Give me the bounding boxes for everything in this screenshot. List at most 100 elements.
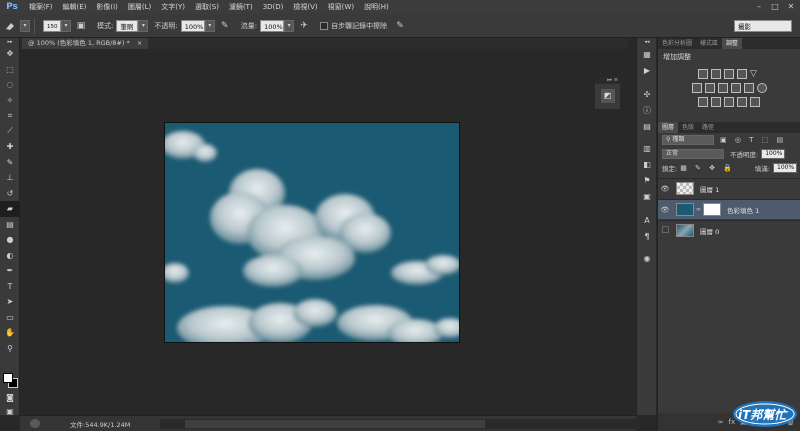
menu-filter[interactable]: 濾鏡(T) bbox=[224, 2, 258, 12]
document-canvas[interactable] bbox=[165, 123, 459, 342]
brush-tool-icon[interactable]: ✎ bbox=[0, 155, 20, 171]
invert-icon[interactable] bbox=[698, 97, 708, 107]
link-icon[interactable]: ∞ bbox=[696, 206, 701, 213]
brush-panel-icon[interactable]: ▣ bbox=[74, 19, 88, 33]
menu-help[interactable]: 說明(H) bbox=[359, 2, 394, 12]
visibility-eye-icon[interactable]: 👁 bbox=[658, 206, 672, 214]
marquee-tool-icon[interactable]: ⬚ bbox=[0, 62, 20, 78]
layer-opacity-field[interactable]: 100% bbox=[761, 149, 786, 159]
mode-select[interactable]: 筆刷 bbox=[116, 19, 139, 32]
vibrance-icon[interactable] bbox=[691, 83, 702, 93]
notes-icon[interactable]: ▣ bbox=[637, 188, 657, 204]
curves-icon[interactable] bbox=[724, 69, 734, 79]
tools-collapse-icon[interactable]: ▸▸ bbox=[0, 38, 20, 46]
pressure-size-icon[interactable]: ✎ bbox=[393, 19, 407, 33]
layer-row-2[interactable]: 👁 ∞ 色彩填色 1 bbox=[658, 199, 800, 219]
zoom-indicator[interactable] bbox=[30, 419, 40, 428]
brightness-contrast-icon[interactable] bbox=[698, 69, 708, 79]
menu-edit[interactable]: 編輯(E) bbox=[58, 2, 92, 12]
link-layers-icon[interactable]: ∞ bbox=[718, 418, 724, 426]
3d-icon[interactable]: ✣ bbox=[637, 86, 657, 102]
swatches-icon[interactable]: ▥ bbox=[637, 140, 657, 156]
photo-filter-icon[interactable] bbox=[743, 83, 754, 93]
lasso-tool-icon[interactable]: ◌ bbox=[0, 77, 20, 93]
tab-layers[interactable]: 圖層 bbox=[658, 122, 679, 133]
horizontal-scrollbar[interactable] bbox=[160, 419, 640, 429]
collapsed-panel-header[interactable]: ▸▸ ≡ bbox=[595, 77, 620, 84]
eraser-tool-icon[interactable]: ▰ bbox=[0, 201, 20, 217]
menu-image[interactable]: 影像(I) bbox=[91, 2, 123, 12]
brush-presets-icon[interactable]: ▤ bbox=[637, 118, 657, 134]
black-white-icon[interactable] bbox=[730, 83, 741, 93]
pressure-opacity-icon[interactable]: ✎ bbox=[218, 19, 232, 33]
visibility-toggle-empty[interactable] bbox=[658, 226, 672, 235]
layer-row-1[interactable]: 👁 圖層 1 bbox=[658, 178, 800, 198]
opacity-dropdown[interactable]: ▾ bbox=[204, 19, 215, 32]
paragraph-icon[interactable]: ¶ bbox=[637, 228, 657, 244]
flow-field[interactable]: 100% bbox=[260, 19, 285, 32]
menu-select[interactable]: 選取(S) bbox=[190, 2, 224, 12]
actions-icon[interactable]: ▶ bbox=[637, 62, 657, 78]
exposure-icon[interactable] bbox=[737, 69, 747, 79]
eyedropper-tool-icon[interactable]: ⟋ bbox=[0, 124, 20, 140]
gradient-tool-icon[interactable]: ▤ bbox=[0, 217, 20, 233]
kind-filter-select[interactable]: ⚲ 種類 bbox=[662, 135, 714, 145]
layer-comps-icon[interactable]: ◧ bbox=[637, 156, 657, 172]
move-tool-icon[interactable]: ✥ bbox=[0, 46, 20, 62]
dock-collapse-icon[interactable]: ◂◂ bbox=[637, 38, 657, 46]
brush-size-field[interactable]: 150 bbox=[43, 19, 61, 32]
zoom-tool-icon[interactable]: ⚲ bbox=[0, 341, 20, 357]
info-icon[interactable]: ⓘ bbox=[637, 102, 657, 118]
history-icon[interactable]: ▦ bbox=[637, 46, 657, 62]
posterize-icon[interactable] bbox=[711, 97, 721, 107]
tab-histogram[interactable]: 色彩分析圖 bbox=[658, 38, 696, 49]
visibility-eye-icon[interactable]: 👁 bbox=[658, 185, 672, 193]
lock-icons[interactable]: ▦ ✎ ✥ 🔒 bbox=[680, 164, 735, 172]
hand-tool-icon[interactable]: ✋ bbox=[0, 325, 20, 341]
type-tool-icon[interactable]: T bbox=[0, 279, 20, 295]
document-tab[interactable]: @ 100% (色彩填色 1, RGB/8#) * × bbox=[22, 38, 149, 49]
gradient-fill-icon[interactable] bbox=[750, 97, 760, 107]
fill-field[interactable]: 100% bbox=[773, 163, 797, 173]
blur-tool-icon[interactable]: ● bbox=[0, 232, 20, 248]
threshold-icon[interactable] bbox=[724, 97, 734, 107]
maximize-button[interactable]: □ bbox=[768, 1, 782, 12]
filter-icons[interactable]: ▣ ◎ T ⬚ ▤ bbox=[720, 136, 786, 144]
tab-styles[interactable]: 樣式區 bbox=[696, 38, 722, 49]
properties-icon[interactable]: ⚑ bbox=[637, 172, 657, 188]
mode-dropdown[interactable]: ▾ bbox=[138, 19, 149, 32]
screen-mode-icon[interactable]: ▣ bbox=[0, 404, 20, 420]
quick-select-tool-icon[interactable]: ✧ bbox=[0, 93, 20, 109]
workspace-select[interactable]: 攝影 bbox=[734, 20, 792, 32]
hue-saturation-icon[interactable] bbox=[704, 83, 715, 93]
clone-stamp-tool-icon[interactable]: ⊥ bbox=[0, 170, 20, 186]
tab-adjustments[interactable]: 調整 bbox=[722, 38, 743, 49]
erase-to-history-checkbox[interactable] bbox=[320, 21, 329, 30]
tab-paths[interactable]: 路徑 bbox=[698, 122, 718, 133]
tab-channels[interactable]: 色版 bbox=[678, 122, 698, 133]
menu-window[interactable]: 視窗(W) bbox=[323, 2, 359, 12]
navigator-icon[interactable]: ◩ bbox=[600, 89, 615, 103]
history-brush-tool-icon[interactable]: ↺ bbox=[0, 186, 20, 202]
eraser-preset-icon[interactable] bbox=[3, 19, 17, 33]
menu-view[interactable]: 檢視(V) bbox=[288, 2, 322, 12]
document-info[interactable]: 文件:544.9K/1.24M bbox=[70, 419, 130, 429]
layer-mask-thumbnail[interactable] bbox=[703, 203, 721, 216]
timeline-icon[interactable]: ◉ bbox=[637, 250, 657, 266]
brush-picker-dropdown[interactable]: ▾ bbox=[61, 19, 71, 32]
foreground-color-swatch[interactable] bbox=[3, 373, 13, 383]
pen-tool-icon[interactable]: ✒ bbox=[0, 263, 20, 279]
menu-file[interactable]: 檔案(F) bbox=[24, 2, 58, 12]
scrollbar-thumb[interactable] bbox=[185, 420, 485, 428]
character-icon[interactable]: A bbox=[637, 212, 657, 228]
channel-mixer-icon[interactable] bbox=[756, 83, 767, 93]
gradient-map-icon[interactable]: ▽ bbox=[750, 69, 760, 79]
minimize-button[interactable]: – bbox=[752, 1, 766, 12]
flow-dropdown[interactable]: ▾ bbox=[284, 19, 295, 32]
color-balance-icon[interactable] bbox=[717, 83, 728, 93]
menu-layer[interactable]: 圖層(L) bbox=[123, 2, 156, 12]
selective-color-icon[interactable] bbox=[737, 97, 747, 107]
menu-3d[interactable]: 3D(D) bbox=[258, 3, 289, 11]
levels-icon[interactable] bbox=[711, 69, 721, 79]
path-select-tool-icon[interactable]: ➤ bbox=[0, 294, 20, 310]
